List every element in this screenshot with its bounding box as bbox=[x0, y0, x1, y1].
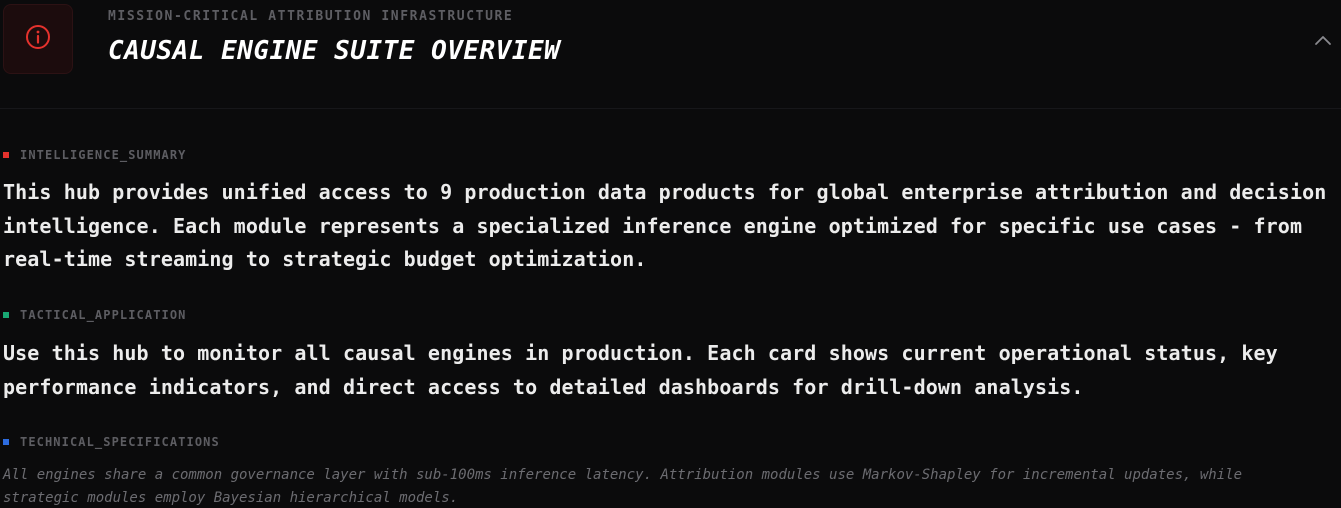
info-badge bbox=[3, 4, 73, 74]
info-circle-icon bbox=[25, 24, 51, 54]
section-label-technical-specifications: TECHNICAL_SPECIFICATIONS bbox=[3, 434, 220, 450]
panel-header: MISSION-CRITICAL ATTRIBUTION INFRASTRUCT… bbox=[0, 0, 1341, 109]
section-label-intelligence-summary: INTELLIGENCE_SUMMARY bbox=[3, 147, 187, 163]
tactical-application-text: Use this hub to monitor all causal engin… bbox=[3, 341, 1278, 399]
collapse-button[interactable] bbox=[1311, 28, 1335, 52]
page-title: CAUSAL ENGINE SUITE OVERVIEW bbox=[108, 36, 561, 66]
section-label-text: TACTICAL_APPLICATION bbox=[20, 308, 187, 322]
technical-specifications-text: All engines share a common governance la… bbox=[3, 467, 1243, 506]
section-label-tactical-application: TACTICAL_APPLICATION bbox=[3, 307, 187, 323]
red-marker-icon bbox=[3, 152, 9, 158]
intelligence-summary-text: This hub provides unified access to 9 pr… bbox=[3, 180, 1327, 271]
chevron-up-icon bbox=[1314, 31, 1332, 50]
section-label-text: TECHNICAL_SPECIFICATIONS bbox=[20, 435, 220, 449]
section-label-text: INTELLIGENCE_SUMMARY bbox=[20, 148, 187, 162]
blue-marker-icon bbox=[3, 439, 9, 445]
green-marker-icon bbox=[3, 312, 9, 318]
header-eyebrow: MISSION-CRITICAL ATTRIBUTION INFRASTRUCT… bbox=[108, 9, 514, 24]
overview-panel: MISSION-CRITICAL ATTRIBUTION INFRASTRUCT… bbox=[0, 0, 1341, 508]
